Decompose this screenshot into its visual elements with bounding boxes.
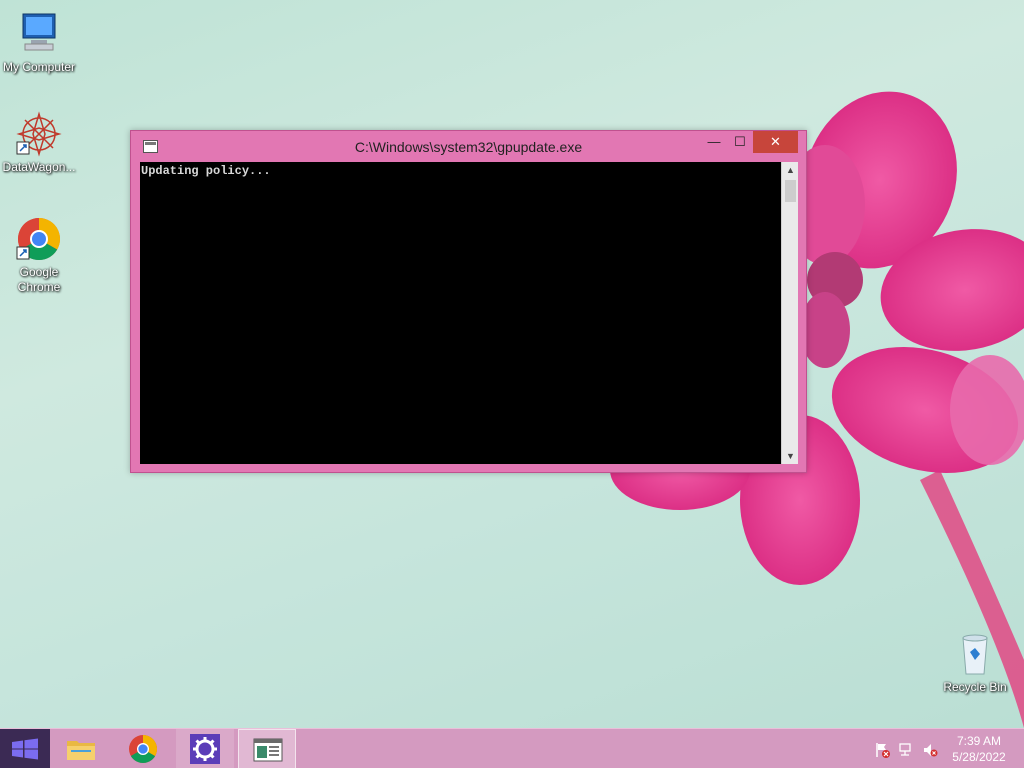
datawagon-icon xyxy=(16,111,62,157)
start-button[interactable] xyxy=(0,729,50,768)
desktop-icon-label: My Computer xyxy=(2,60,76,74)
desktop-icon-label: Recycle Bin xyxy=(943,680,1007,694)
windows-logo-icon xyxy=(12,738,38,760)
window-titlebar[interactable]: C:\Windows\system32\gpupdate.exe — ☐ ✕ xyxy=(131,131,806,163)
close-button[interactable]: ✕ xyxy=(753,131,798,153)
clock-date: 5/28/2022 xyxy=(952,750,1006,764)
scroll-thumb[interactable] xyxy=(785,180,796,202)
clock-time: 7:39 AM xyxy=(956,734,1002,748)
computer-icon xyxy=(22,13,56,51)
taskbar-chrome[interactable] xyxy=(114,729,172,768)
desktop-icon-my-computer[interactable]: My Computer xyxy=(0,10,78,75)
maximize-button[interactable]: ☐ xyxy=(727,131,753,153)
settings-gear-icon xyxy=(190,734,220,764)
desktop-icon-google-chrome[interactable]: Google Chrome xyxy=(0,215,78,295)
taskbar-file-explorer[interactable] xyxy=(52,729,110,768)
system-clock[interactable]: 7:39 AM 5/28/2022 xyxy=(940,733,1018,765)
console-output[interactable]: Updating policy... xyxy=(140,162,781,464)
gpupdate-console-window[interactable]: C:\Windows\system32\gpupdate.exe — ☐ ✕ U… xyxy=(130,130,807,473)
volume-muted-icon[interactable] xyxy=(922,742,938,758)
file-explorer-icon xyxy=(67,741,95,760)
network-icon[interactable] xyxy=(898,742,914,758)
taskbar-settings[interactable] xyxy=(176,729,234,768)
vertical-scrollbar[interactable]: ▲ ▼ xyxy=(781,162,798,464)
scroll-up-button[interactable]: ▲ xyxy=(782,162,799,178)
desktop-icon-label: DataWagon... xyxy=(2,160,76,174)
desktop-icon-recycle-bin[interactable]: Recycle Bin xyxy=(936,630,1014,695)
desktop-icon-label: Google Chrome xyxy=(17,265,61,294)
console-window-icon xyxy=(253,738,283,762)
minimize-button[interactable]: — xyxy=(701,131,727,153)
action-center-flag-icon[interactable] xyxy=(874,742,890,758)
recycle-bin-icon xyxy=(962,634,988,675)
desktop-icon-datawagon[interactable]: DataWagon... xyxy=(0,110,78,175)
chrome-icon xyxy=(129,735,158,764)
taskbar-console-window[interactable] xyxy=(238,729,296,768)
chrome-icon xyxy=(16,218,61,261)
taskbar: 7:39 AM 5/28/2022 xyxy=(0,728,1024,768)
scroll-down-button[interactable]: ▼ xyxy=(782,448,799,464)
